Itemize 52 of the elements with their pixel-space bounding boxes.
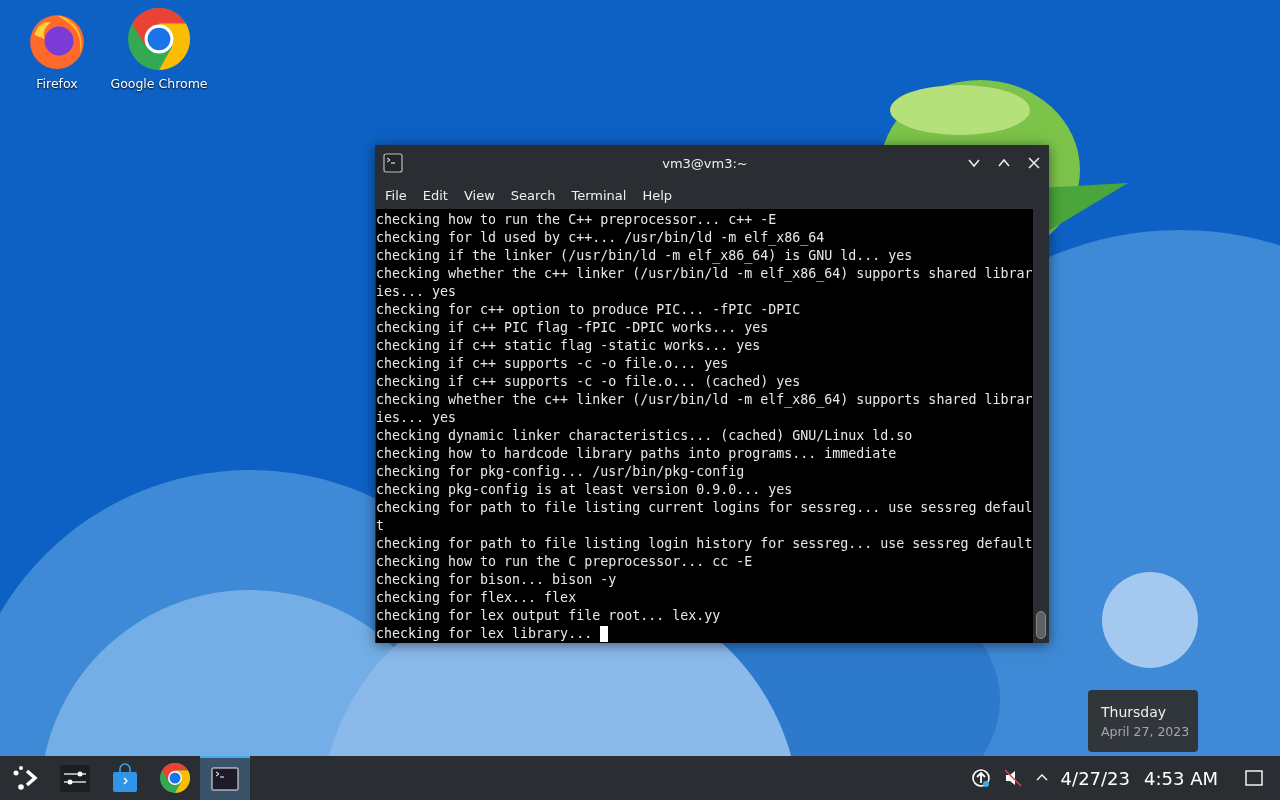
terminal-icon — [383, 153, 403, 173]
show-desktop-icon[interactable] — [1244, 768, 1264, 788]
terminal-line: checking how to hardcode library paths into programs... immediate — [376, 445, 897, 463]
terminal-line: checking how to run the C preprocessor... cc -E — [376, 553, 753, 571]
terminal-line: checking for lex output file root... lex.yy — [376, 607, 721, 625]
close-icon[interactable] — [1027, 156, 1041, 170]
tooltip-date: April 27, 2023 — [1101, 723, 1191, 739]
terminal-line: checking if c++ PIC flag -fPIC -DPIC works... yes — [376, 319, 769, 337]
terminal-line: checking if c++ supports -c -o file.o... (cached) yes — [376, 373, 801, 391]
terminal-line: checking if the linker (/usr/bin/ld -m elf_x86_64) is GNU ld... yes — [376, 247, 913, 265]
terminal-line: checking for flex... flex — [376, 589, 577, 607]
terminal-line: checking for path to file listing login history for sessreg... use sessreg default — [376, 535, 1033, 553]
terminal-line: checking for bison... bison -y — [376, 571, 617, 589]
tooltip-day: Thursday — [1101, 703, 1198, 720]
icon-label[interactable]: Firefox — [36, 76, 78, 91]
terminal-line: checking if c++ static flag -static works... yes — [376, 337, 761, 355]
menu-item[interactable]: View — [455, 187, 503, 203]
text-cursor — [600, 626, 609, 642]
terminal-line: ies... yes — [376, 409, 457, 427]
clock-time: 4:53 AM — [1144, 767, 1218, 789]
terminal-line: checking for pkg-config... /usr/bin/pkg-config — [376, 463, 745, 481]
terminal-line: checking for ld used by c++... /usr/bin/ld -m elf_x86_64 — [376, 229, 825, 247]
taskbar-button[interactable] — [200, 756, 250, 800]
menu-item[interactable]: Terminal — [563, 187, 635, 203]
chrome-icon[interactable] — [160, 763, 190, 793]
terminal-line: checking if c++ supports -c -o file.o... yes — [376, 355, 729, 373]
icon-label[interactable]: Google Chrome — [110, 76, 208, 91]
clock[interactable]: 4/27/23 4:53 AM — [1060, 767, 1218, 789]
menu-item[interactable]: Help — [634, 187, 681, 203]
terminal-line: checking for lex library... — [376, 625, 594, 643]
terminal-line: checking how to run the C++ preprocessor... c++ -E — [376, 211, 777, 229]
shopping-bag-icon[interactable] — [110, 763, 140, 793]
clock-date: 4/27/23 — [1060, 767, 1130, 789]
update-icon[interactable] — [970, 768, 991, 788]
terminal-line: ies... yes — [376, 283, 457, 301]
terminal-line: t — [376, 517, 384, 535]
terminal-line: checking for c++ option to produce PIC... -fPIC -DPIC — [376, 301, 801, 319]
terminal-line: checking whether the c++ linker (/usr/bin/ld -m elf_x86_64) supports shared librar — [376, 391, 1033, 409]
menu-item[interactable]: Edit — [414, 187, 456, 203]
menu-item[interactable]: File — [377, 187, 415, 203]
sliders-icon[interactable] — [60, 763, 90, 793]
terminal-line: checking whether the c++ linker (/usr/bin/ld -m elf_x86_64) supports shared librar — [376, 265, 1033, 283]
muted-speaker-icon[interactable] — [1002, 768, 1023, 788]
chrome-icon[interactable] — [128, 8, 190, 70]
window-title: vm3@vm3:~ — [661, 155, 749, 171]
scroll-thumb[interactable] — [1036, 611, 1046, 639]
terminal-icon[interactable] — [210, 764, 240, 794]
terminal-line: checking for path to file listing current logins for sessreg... use sessreg defaul — [376, 499, 1033, 517]
menu-item[interactable]: Search — [502, 187, 564, 203]
terminal-line: checking dynamic linker characteristics... (cached) GNU/Linux ld.so — [376, 427, 913, 445]
terminal-line: checking pkg-config is at least version 0.9.0... yes — [376, 481, 793, 499]
scrollbar[interactable] — [1033, 209, 1049, 643]
